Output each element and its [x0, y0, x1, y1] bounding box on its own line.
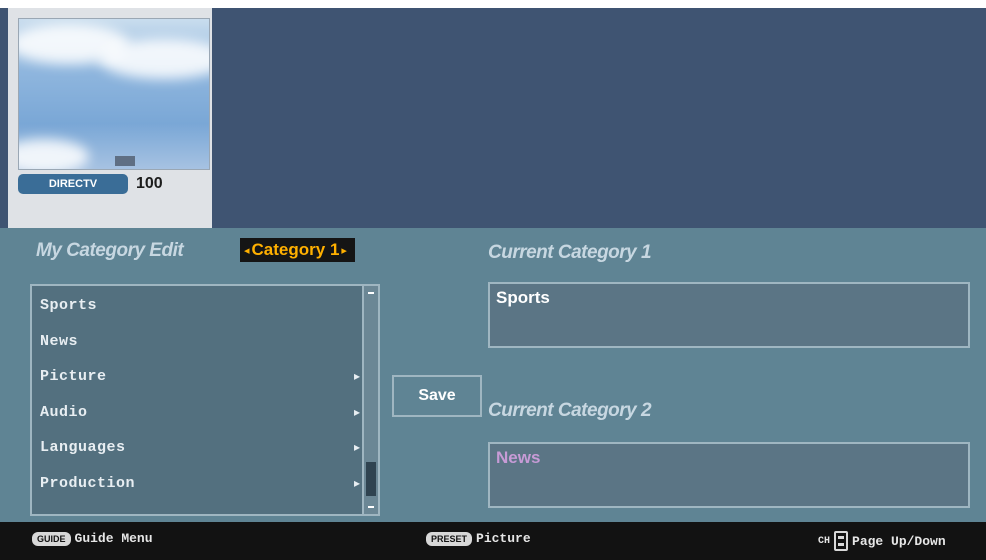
category-edit-panel: My Category Edit ◂ Category 1 ▸ Sports N…: [0, 228, 986, 522]
preset-button-icon: PRESET: [426, 531, 473, 546]
current-category-1-value: Sports: [496, 288, 550, 307]
category-list: Sports News Picture ▸ Audio ▸ Languages …: [30, 284, 368, 516]
current-category-1-title: Current Category 1: [488, 242, 652, 263]
list-item-label: News: [40, 332, 79, 350]
list-item-news[interactable]: News: [40, 324, 360, 358]
selector-left-arrow-icon[interactable]: ◂: [244, 244, 250, 257]
list-item-label: Audio: [40, 403, 88, 421]
list-item-label: Sports: [40, 296, 98, 314]
guide-button-icon: GUIDE: [32, 531, 71, 546]
list-item-label: Production: [40, 474, 136, 492]
network-badge: DIRECTV: [18, 174, 128, 194]
network-label: DIRECTV: [48, 178, 98, 190]
channel-key-label: CH: [818, 535, 831, 547]
submenu-arrow-icon: ▸: [353, 440, 360, 454]
footer-help-bar: GUIDE Guide Menu PRESET Picture CH Page …: [0, 522, 986, 560]
scroll-up-icon[interactable]: [368, 292, 374, 294]
page-up-down-hint: CH Page Up/Down: [818, 531, 946, 551]
selector-label: Category 1: [251, 240, 340, 259]
list-item-sports[interactable]: Sports: [40, 288, 360, 322]
guide-menu-hint: GUIDE Guide Menu: [32, 531, 153, 546]
submenu-arrow-icon: ▸: [353, 476, 360, 490]
picture-hint: PRESET Picture: [426, 531, 531, 546]
scroll-down-icon[interactable]: [368, 506, 374, 508]
tv-screen: DIRECTV 100 My Category Edit ◂ Category …: [0, 0, 986, 560]
list-item-label: Languages: [40, 438, 126, 456]
current-category-1-field[interactable]: Sports: [488, 282, 970, 348]
channel-number: 100: [136, 175, 163, 192]
preview-panel: DIRECTV 100: [8, 8, 212, 228]
list-item-label: Picture: [40, 367, 107, 385]
selector-right-arrow-icon[interactable]: ▸: [341, 244, 347, 257]
list-item-audio[interactable]: Audio ▸: [40, 395, 360, 429]
menu-title: My Category Edit: [36, 240, 184, 261]
submenu-arrow-icon: ▸: [353, 369, 360, 383]
current-category-2-title: Current Category 2: [488, 400, 652, 421]
list-item-production[interactable]: Production ▸: [40, 466, 360, 500]
guide-menu-label: Guide Menu: [74, 531, 153, 546]
picture-label: Picture: [476, 531, 531, 546]
list-item-picture[interactable]: Picture ▸: [40, 359, 360, 393]
page-up-down-icon: [834, 531, 849, 551]
current-category-2-field[interactable]: News: [488, 442, 970, 508]
scroll-thumb[interactable]: [366, 462, 376, 496]
page-up-down-label: Page Up/Down: [852, 533, 946, 549]
save-button[interactable]: Save: [392, 375, 482, 417]
list-item-languages[interactable]: Languages ▸: [40, 430, 360, 464]
list-scrollbar[interactable]: [362, 284, 380, 516]
submenu-arrow-icon: ▸: [353, 405, 360, 419]
live-tv-preview-image: [18, 18, 210, 170]
category-selector[interactable]: ◂ Category 1 ▸: [240, 238, 355, 262]
current-category-2-value: News: [496, 448, 541, 467]
